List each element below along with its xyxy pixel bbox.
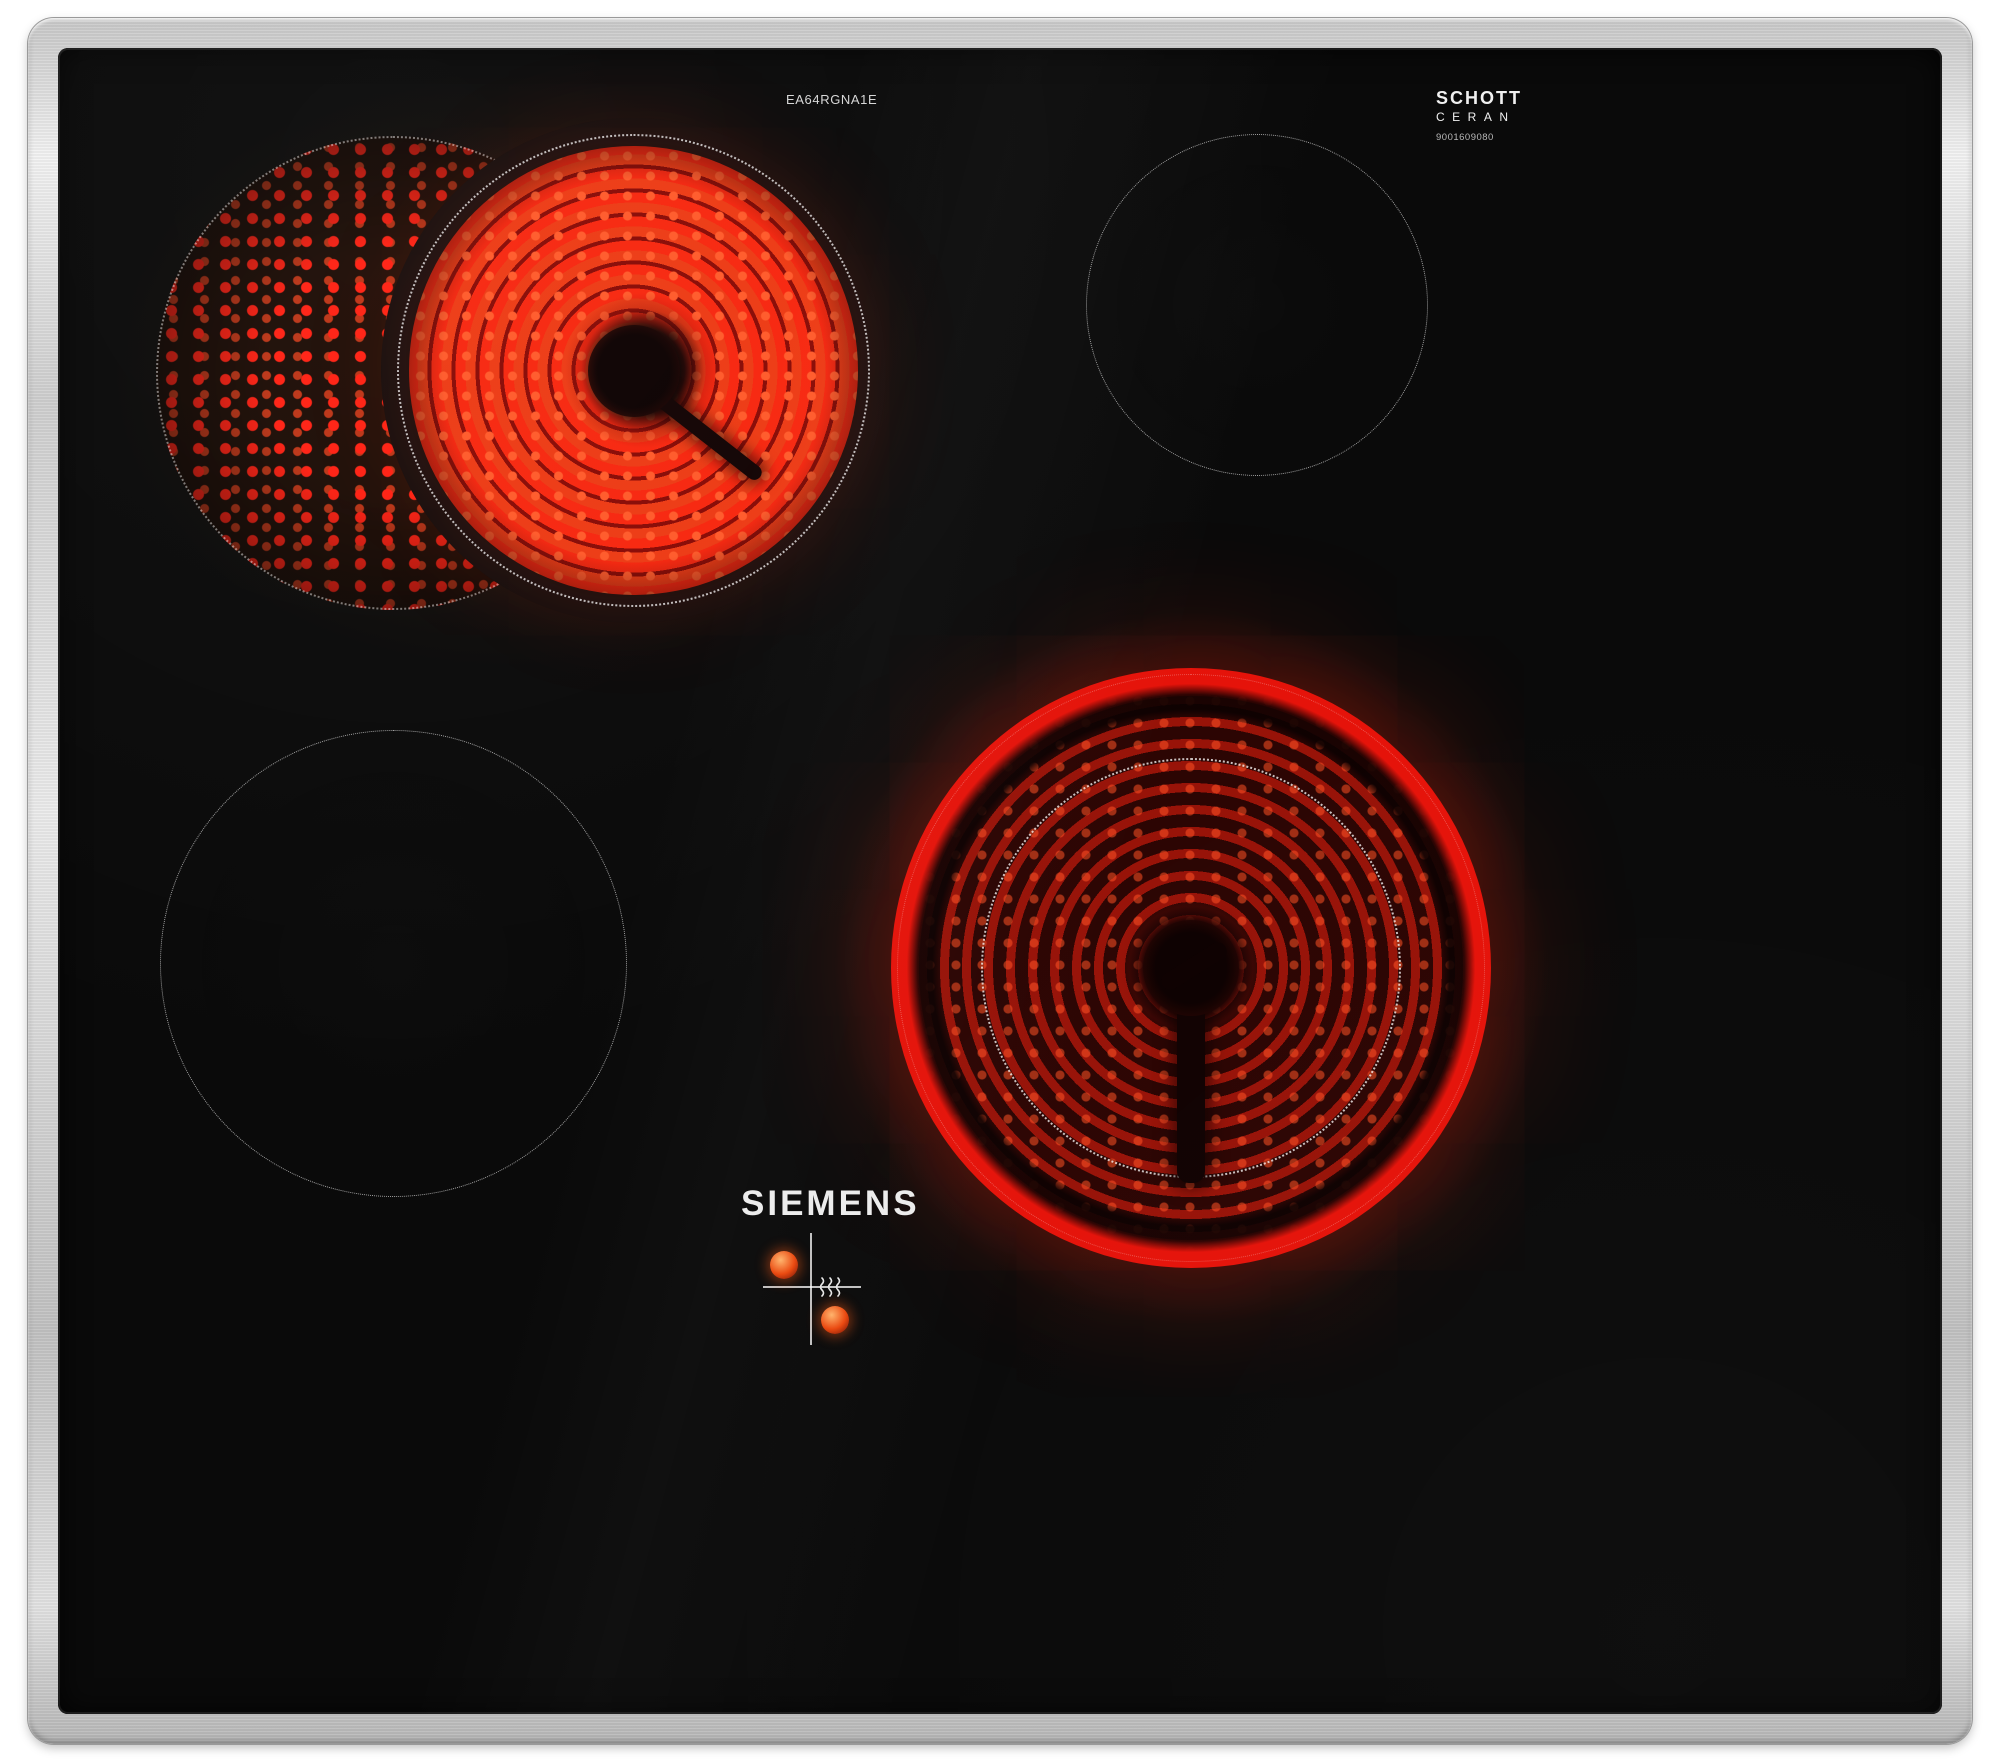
indicator-cross-horizontal-line: [763, 1286, 861, 1288]
cooking-zone-front-left: [160, 730, 627, 1197]
residual-heat-indicator-light: [821, 1306, 849, 1334]
cooking-zone-front-right: [831, 608, 1551, 1328]
schott-ceran-logo: SCHOTT CERAN 9001609080: [1436, 88, 1522, 143]
schott-logo-text: SCHOTT: [1436, 88, 1522, 108]
heat-waves-icon: [818, 1276, 844, 1300]
element-center-hub: [587, 324, 680, 417]
glass-serial-number: 9001609080: [1436, 132, 1494, 143]
model-number-label: EA64RGNA1E: [786, 92, 878, 107]
ceramic-glass-surface: EA64RGNA1E SCHOTT CERAN 9001609080 SIEME…: [58, 48, 1942, 1714]
siemens-logo: SIEMENS: [741, 1184, 920, 1223]
cooking-zone-rear-right: [1086, 134, 1428, 476]
dual-zone-main-element: [381, 118, 886, 623]
indicator-cross-vertical-line: [810, 1233, 812, 1345]
residual-heat-indicator-light: [770, 1251, 798, 1279]
ceran-logo-text: CERAN: [1436, 110, 1516, 124]
cooking-zone-rear-left: [96, 58, 916, 683]
ceramic-hob: EA64RGNA1E SCHOTT CERAN 9001609080 SIEME…: [28, 18, 1972, 1744]
heating-coil: [891, 668, 1491, 1268]
